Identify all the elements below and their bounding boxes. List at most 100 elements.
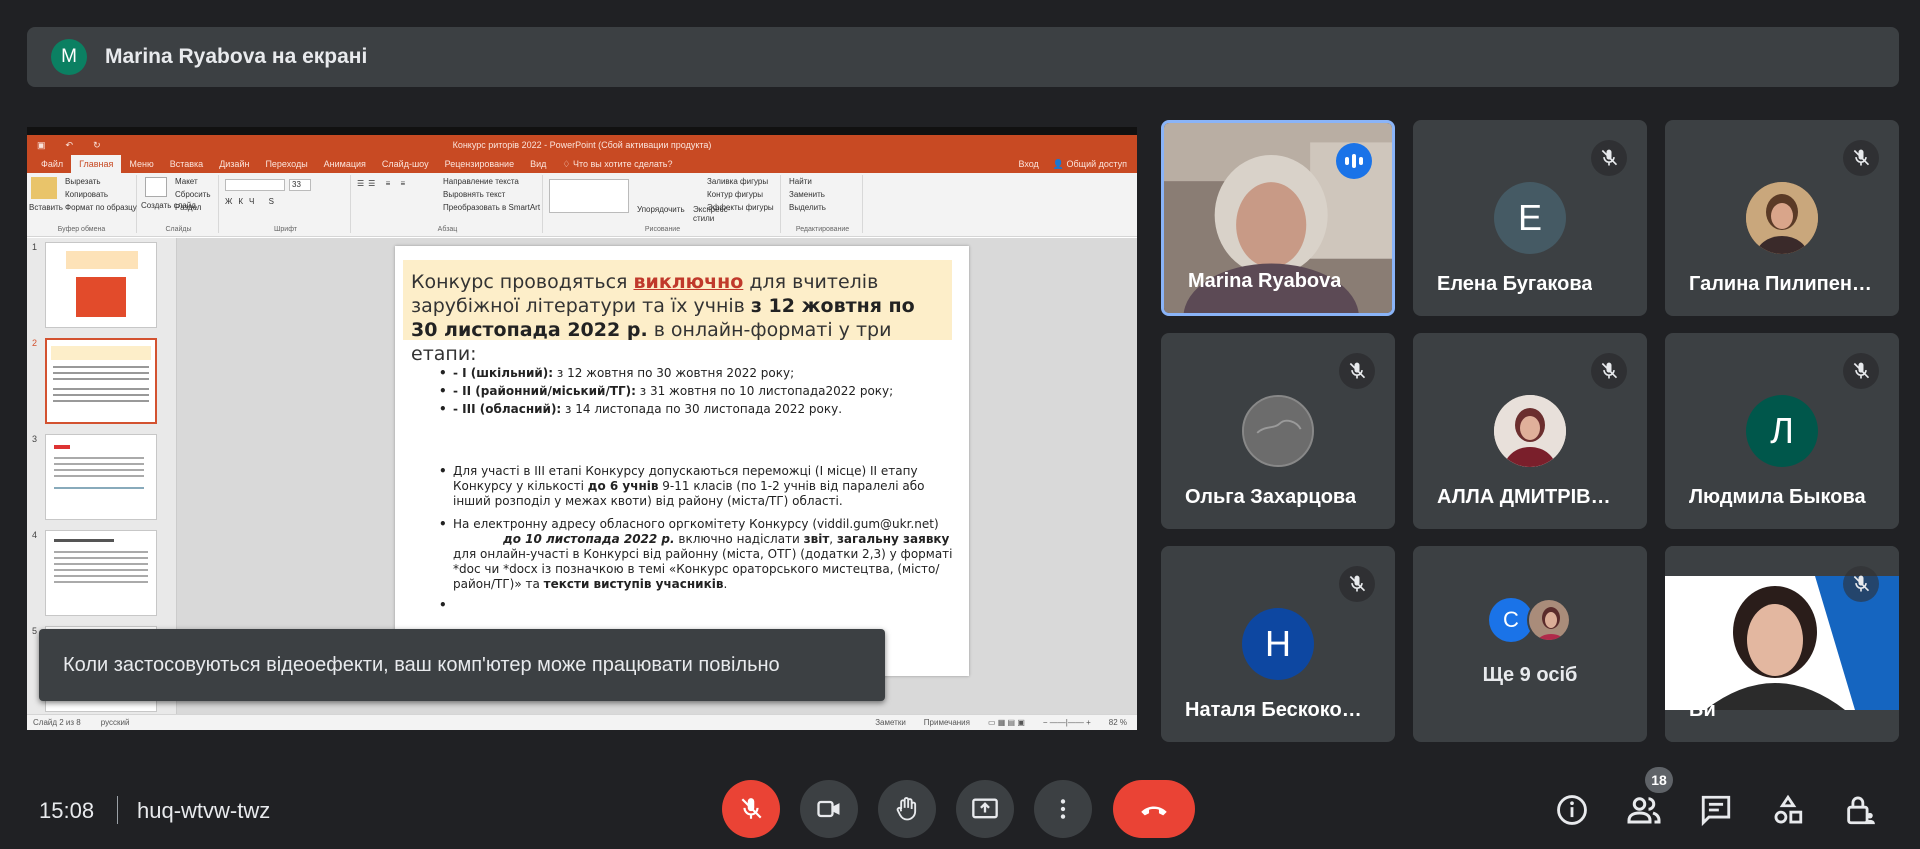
list-buttons[interactable]: ☰☰ ≡ ≡ [357, 179, 409, 188]
info-icon [1557, 795, 1587, 825]
ppt-tab-design[interactable]: Дизайн [211, 155, 257, 173]
format-painter-button[interactable]: Формат по образцу [65, 203, 137, 212]
drawing-group-label: Рисование [644, 226, 681, 233]
presenter-banner: M Marina Ryabova на екрані [27, 27, 1899, 87]
thumb-text-lines [54, 457, 144, 459]
ppt-share[interactable]: 👤 Общий доступ [1053, 159, 1127, 170]
others-tile[interactable]: С Ще 9 осіб [1413, 546, 1647, 742]
participant-tile[interactable]: Е Елена Бугакова [1413, 120, 1647, 316]
reset-button[interactable]: Сбросить [175, 190, 211, 199]
activities-button[interactable] [1768, 790, 1808, 830]
stage-name: - ІІІ (обласний): [453, 402, 562, 416]
find-button[interactable]: Найти [789, 177, 812, 186]
ppt-tab-slideshow[interactable]: Слайд-шоу [374, 155, 437, 173]
slide-thumbnail[interactable] [45, 242, 157, 328]
chat-button[interactable] [1696, 790, 1736, 830]
arrange-button[interactable]: Упорядочить [637, 205, 685, 214]
align-text-button[interactable]: Выровнять текст [443, 190, 505, 199]
participant-photo-avatar [1494, 395, 1566, 467]
slide-thumbnail-selected[interactable] [45, 338, 157, 424]
shapes-gallery[interactable] [549, 179, 629, 213]
participant-tile[interactable]: Н Наталя Бескоко… [1161, 546, 1395, 742]
stage-dates: з 14 листопада по 30 листопада 2022 року… [561, 402, 843, 416]
participant-photo-avatar [1746, 182, 1818, 254]
participant-tile[interactable]: Ольга Захарцова [1161, 333, 1395, 529]
participants-button[interactable] [1624, 790, 1664, 830]
meeting-controls-bar: 15:08 huq-wtvw-twz 18 [0, 760, 1920, 849]
ribbon-group-clipboard: Вставить Вырезать Копировать Формат по о… [27, 175, 137, 233]
mic-off-icon [1339, 353, 1375, 389]
meeting-details-button[interactable] [1552, 790, 1592, 830]
raise-hand-button[interactable] [878, 780, 936, 838]
self-name: Ви [1689, 699, 1716, 721]
stage-name: - ІІ (районний/міський/ТГ): [453, 384, 636, 398]
language-indicator[interactable]: русский [101, 718, 130, 727]
comments-button[interactable]: Примечания [924, 718, 970, 727]
slide-thumbnail[interactable] [45, 434, 157, 520]
ppt-titlebar: ▣ ↶ ↻ Конкурс риторів 2022 - PowerPoint … [27, 135, 1137, 155]
participant-avatar: Л [1746, 395, 1818, 467]
font-name-field[interactable] [225, 179, 285, 191]
slide-thumbnail[interactable] [45, 530, 157, 616]
mic-off-icon [1339, 566, 1375, 602]
ppt-tab-view[interactable]: Вид [522, 155, 554, 173]
section-button[interactable]: Раздел [175, 203, 201, 212]
ppt-tab-file[interactable]: Файл [33, 155, 71, 173]
paste-button[interactable]: Вставить [29, 203, 63, 212]
new-slide-icon[interactable] [145, 177, 167, 197]
self-tile[interactable]: Ви [1665, 546, 1899, 742]
current-slide[interactable]: Конкурс проводяться виключно для вчителі… [395, 246, 969, 676]
divider [117, 796, 118, 824]
view-buttons[interactable]: ▭ ▦ ▤ ▣ [988, 718, 1025, 727]
stage-item: - ІІІ (обласний): з 14 листопада по 30 л… [439, 400, 939, 418]
hang-up-icon [1141, 806, 1167, 816]
paragraph-group-label: Абзац [437, 226, 458, 233]
copy-button[interactable]: Копировать [65, 190, 108, 199]
thumb-number: 4 [32, 530, 38, 540]
shape-effects-button[interactable]: Эффекты фигуры [707, 203, 774, 212]
participant-tile[interactable]: Галина Пилипен… [1665, 120, 1899, 316]
rule-item: Для участі в ІІІ етапі Конкурсу допускаю… [439, 464, 959, 509]
participant-tile-speaking[interactable]: Marina Ryabova [1161, 120, 1395, 316]
zoom-level[interactable]: 82 % [1109, 718, 1127, 727]
rule-text: На електронну адресу обласного оргкоміте… [453, 517, 939, 531]
microphone-toggle-button[interactable] [722, 780, 780, 838]
replace-button[interactable]: Заменить [789, 190, 825, 199]
camera-toggle-button[interactable] [800, 780, 858, 838]
shape-outline-button[interactable]: Контур фигуры [707, 190, 763, 199]
notes-button[interactable]: Заметки [875, 718, 906, 727]
ppt-tab-home[interactable]: Главная [71, 155, 122, 173]
ppt-sign-in[interactable]: Вход [1018, 159, 1038, 170]
smartart-button[interactable]: Преобразовать в SmartArt [443, 203, 540, 212]
meeting-clock: 15:08 [39, 798, 95, 823]
participant-tile[interactable]: Л Людмила Быкова [1665, 333, 1899, 529]
ppt-tab-review[interactable]: Рецензирование [437, 155, 523, 173]
present-screen-button[interactable] [956, 780, 1014, 838]
zoom-slider[interactable]: − ——|—— + [1043, 718, 1091, 727]
leave-call-button[interactable] [1113, 780, 1195, 838]
ppt-share-label: Общий доступ [1066, 158, 1127, 169]
paste-icon[interactable] [31, 177, 57, 199]
shape-fill-button[interactable]: Заливка фигуры [707, 177, 768, 186]
thumb-number: 3 [32, 434, 38, 444]
presenter-avatar: M [51, 39, 87, 75]
rule-deadline: до 10 листопада 2022 р. [503, 532, 675, 546]
select-button[interactable]: Выделить [789, 203, 826, 212]
font-size-field[interactable]: 33 [289, 179, 311, 191]
ppt-tab-menu[interactable]: Меню [121, 155, 161, 173]
thumb-number: 5 [32, 626, 38, 636]
cut-button[interactable]: Вырезать [65, 177, 101, 186]
layout-button[interactable]: Макет [175, 177, 198, 186]
participant-tile[interactable]: АЛЛА ДМИТРІВ… [1413, 333, 1647, 529]
ppt-ribbon: Вставить Вырезать Копировать Формат по о… [27, 173, 1137, 237]
ppt-tab-transitions[interactable]: Переходы [257, 155, 315, 173]
rule-bold: загальну заявку [836, 532, 950, 546]
ppt-tab-insert[interactable]: Вставка [162, 155, 211, 173]
more-options-button[interactable] [1034, 780, 1092, 838]
font-style-buttons[interactable]: ЖКЧ S [225, 197, 280, 206]
text-direction-button[interactable]: Направление текста [443, 177, 519, 186]
host-controls-button[interactable] [1840, 790, 1880, 830]
ppt-tab-animation[interactable]: Анимация [316, 155, 374, 173]
participant-avatar: Е [1494, 182, 1566, 254]
ppt-tell-me[interactable]: ♢ Что вы хотите сделать? [554, 155, 680, 173]
